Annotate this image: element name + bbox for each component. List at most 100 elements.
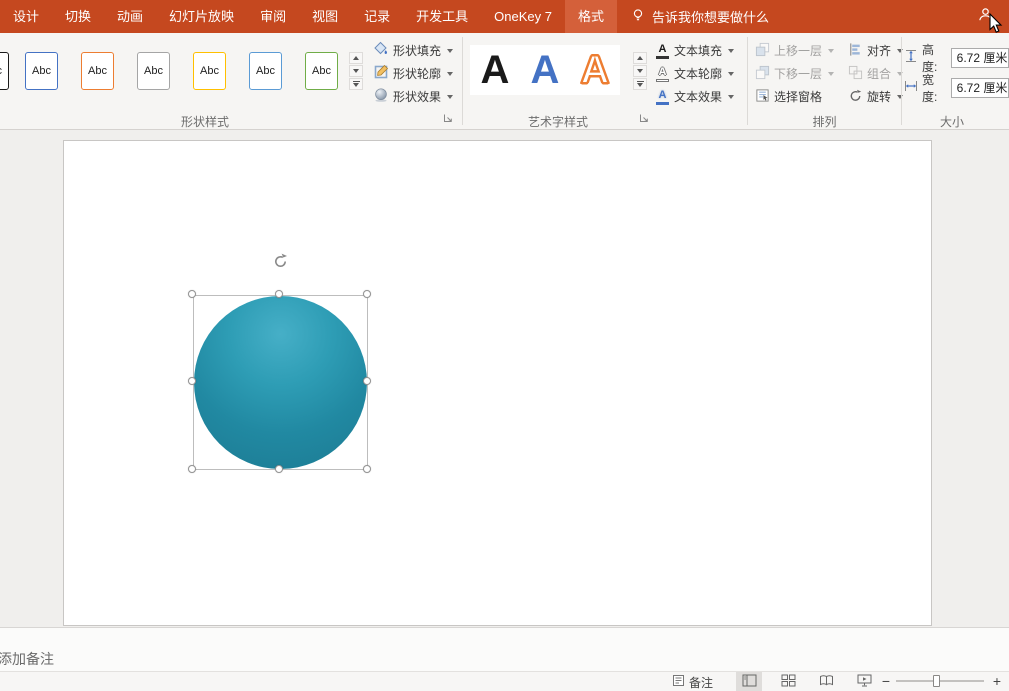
send-backward-button[interactable]: 下移一层	[752, 62, 837, 85]
group-label: 组合	[867, 67, 892, 81]
tell-me-box[interactable]: 告诉我你想要做什么	[631, 0, 769, 33]
account-button[interactable]	[978, 0, 993, 33]
selection-handle-middle-right[interactable]	[363, 377, 371, 385]
text-outline-label: 文本轮廓	[674, 67, 723, 81]
height-value: 6.72 厘米	[956, 51, 1008, 65]
text-fill-label: 文本填充	[674, 44, 723, 58]
text-effects-label: 文本效果	[674, 90, 723, 104]
wordart-more-button[interactable]	[633, 78, 647, 90]
rotate-button[interactable]: 旋转	[845, 85, 906, 108]
selection-handle-bottom-middle[interactable]	[275, 465, 283, 473]
selection-handle-bottom-right[interactable]	[363, 465, 371, 473]
shape-outline-button[interactable]: 形状轮廓	[370, 62, 456, 85]
shape-styles-dialog-launcher[interactable]	[442, 112, 454, 124]
group-button[interactable]: 组合	[845, 62, 906, 85]
shape-style-preset[interactable]: Abc	[25, 52, 58, 90]
color-bar	[656, 78, 669, 82]
color-bar	[656, 101, 669, 105]
view-slideshow-button[interactable]	[851, 672, 877, 691]
gallery-scroll-down-button[interactable]	[349, 65, 363, 77]
triangle-up-icon	[637, 56, 643, 60]
chevron-down-icon	[447, 94, 454, 99]
ribbon-tab-bar: 设计 切换 动画 幻灯片放映 审阅 视图 记录 开发工具 OneKey 7 格式…	[0, 0, 1009, 33]
zoom-out-button[interactable]: −	[879, 672, 893, 691]
letter-a: A	[658, 42, 667, 55]
text-fill-button[interactable]: A 文本填充	[652, 39, 737, 62]
triangle-down-icon	[637, 69, 643, 73]
wordart-style-preset[interactable]: A	[470, 45, 520, 95]
notes-pane[interactable]: 添加备注	[0, 627, 1009, 671]
group-label-wordart: 艺术字样式	[527, 115, 588, 129]
wordart-dialog-launcher[interactable]	[638, 112, 650, 124]
send-backward-icon	[755, 65, 770, 83]
shape-effects-icon	[373, 87, 389, 106]
arrange-buttons-right: 对齐 组合 旋转	[845, 39, 906, 108]
shape-fill-button[interactable]: 形状填充	[370, 39, 456, 62]
selection-handle-top-middle[interactable]	[275, 290, 283, 298]
tab-record[interactable]: 记录	[351, 0, 403, 33]
tab-design[interactable]: 设计	[0, 0, 52, 33]
text-effects-icon: A	[655, 89, 670, 105]
zoom-slider-thumb[interactable]	[933, 675, 940, 687]
width-value: 6.72 厘米	[956, 81, 1008, 95]
zoom-slider-track[interactable]	[896, 680, 984, 682]
selection-handle-middle-left[interactable]	[188, 377, 196, 385]
notes-icon	[672, 674, 685, 690]
wordart-style-preset[interactable]: A	[570, 45, 620, 95]
width-input[interactable]: 6.72 厘米	[950, 77, 1009, 98]
text-effects-button[interactable]: A 文本效果	[652, 85, 737, 108]
height-icon	[904, 49, 918, 66]
tab-transitions[interactable]: 切换	[52, 0, 104, 33]
triangle-up-icon	[353, 56, 359, 60]
wordart-style-preset[interactable]: A	[520, 45, 570, 95]
tab-review[interactable]: 审阅	[247, 0, 299, 33]
more-icon	[352, 80, 360, 82]
selection-handle-bottom-left[interactable]	[188, 465, 196, 473]
shape-effects-button[interactable]: 形状效果	[370, 85, 456, 108]
chevron-down-icon	[728, 48, 735, 53]
gallery-more-button[interactable]	[349, 78, 363, 90]
shape-style-preset[interactable]: Abc	[0, 52, 9, 90]
tab-developer[interactable]: 开发工具	[403, 0, 481, 33]
bring-forward-button[interactable]: 上移一层	[752, 39, 837, 62]
view-normal-button[interactable]	[736, 672, 762, 691]
chevron-down-icon	[828, 48, 835, 53]
wordart-scroll-up-button[interactable]	[633, 52, 647, 64]
notes-toggle-button[interactable]: 备注	[668, 672, 717, 691]
bring-forward-label: 上移一层	[774, 44, 823, 58]
triangle-down-icon	[637, 83, 643, 88]
height-label: 高度:	[922, 42, 938, 74]
rotation-handle[interactable]	[271, 252, 290, 271]
tell-me-label: 告诉我你想要做什么	[651, 10, 769, 25]
shape-style-preset[interactable]: Abc	[137, 52, 170, 90]
wordart-gallery: A A A	[470, 45, 620, 95]
tab-slideshow[interactable]: 幻灯片放映	[156, 0, 247, 33]
shape-effects-label: 形状效果	[393, 90, 442, 104]
text-outline-button[interactable]: A 文本轮廓	[652, 62, 737, 85]
view-reading-button[interactable]	[813, 672, 839, 691]
selection-handle-top-right[interactable]	[363, 290, 371, 298]
selected-oval-shape[interactable]	[194, 296, 367, 469]
tab-animations[interactable]: 动画	[104, 0, 156, 33]
tab-view[interactable]: 视图	[299, 0, 351, 33]
tab-format[interactable]: 格式	[564, 0, 617, 33]
height-input[interactable]: 6.72 厘米	[950, 47, 1009, 68]
triangle-down-icon	[353, 69, 359, 73]
selection-pane-button[interactable]: 选择窗格	[752, 85, 837, 108]
gallery-scroll-up-button[interactable]	[349, 52, 363, 64]
more-icon	[636, 80, 644, 82]
align-icon	[848, 42, 863, 60]
height-row: 高度: 6.72 厘米	[904, 43, 1009, 74]
shape-fill-label: 形状填充	[393, 44, 442, 58]
shape-style-preset[interactable]: Abc	[193, 52, 226, 90]
shape-style-preset[interactable]: Abc	[81, 52, 114, 90]
shape-style-preset[interactable]: Abc	[305, 52, 338, 90]
wordart-scroll-down-button[interactable]	[633, 65, 647, 77]
zoom-in-button[interactable]: +	[990, 672, 1004, 691]
align-button[interactable]: 对齐	[845, 39, 906, 62]
rotate-icon	[848, 88, 863, 106]
tab-onekey[interactable]: OneKey 7	[481, 0, 565, 33]
view-slide-sorter-button[interactable]	[775, 672, 801, 691]
selection-handle-top-left[interactable]	[188, 290, 196, 298]
shape-style-preset[interactable]: Abc	[249, 52, 282, 90]
